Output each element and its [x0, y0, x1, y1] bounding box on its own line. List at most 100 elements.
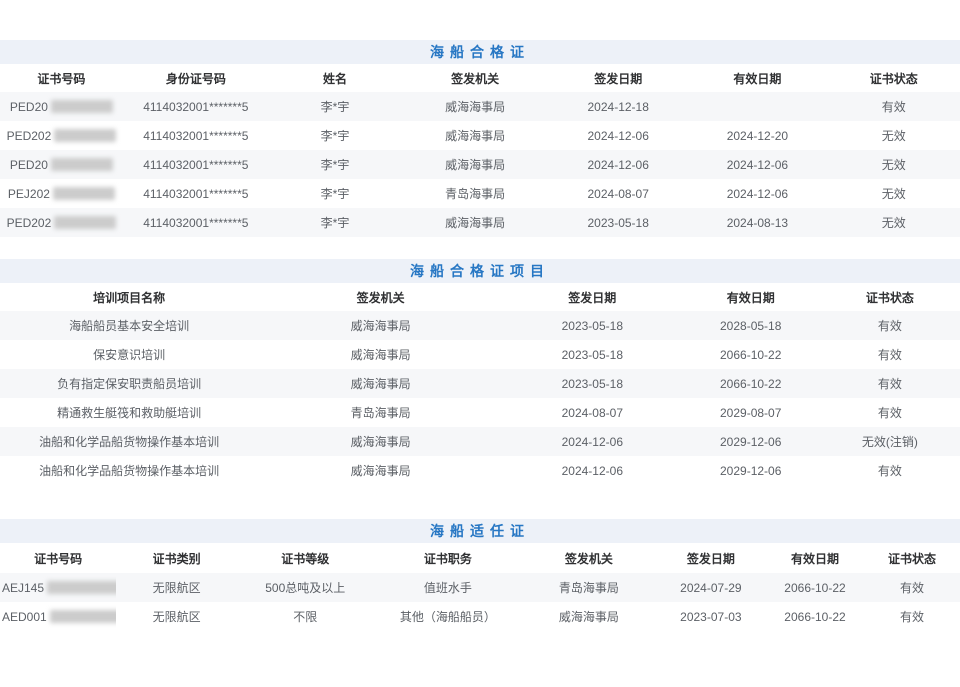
cell-text: 不限: [293, 610, 317, 624]
table-cell: PED20: [0, 92, 123, 121]
table-cell: 李*宇: [269, 150, 401, 179]
cell-text: 精通救生艇筏和救助艇培训: [57, 406, 201, 420]
cell-text: 有效: [878, 319, 902, 333]
table-row: PED2024114032001*******5李*宇威海海事局2023-05-…: [0, 208, 960, 237]
cell-text: 威海海事局: [351, 377, 411, 391]
cell-text: 2028-05-18: [720, 319, 781, 333]
cell-text: PED202: [7, 129, 52, 143]
table-cell: 2024-12-18: [549, 92, 687, 121]
table-cell: 李*宇: [269, 179, 401, 208]
table-cell: 2023-05-18: [503, 369, 682, 398]
table-cell: 有效: [864, 602, 960, 631]
table-cell: 威海海事局: [258, 340, 503, 369]
table-cell: PED20: [0, 150, 123, 179]
table-cell: 青岛海事局: [401, 179, 549, 208]
cell-text: 500总吨及以上: [265, 581, 345, 595]
table-cell: 青岛海事局: [522, 573, 655, 602]
cell-text: 2023-05-18: [562, 377, 623, 391]
table-cell: 威海海事局: [401, 92, 549, 121]
table-cell: 2024-08-07: [503, 398, 682, 427]
section-title: 海船合格证: [430, 42, 530, 62]
table-cell: 500总吨及以上: [237, 573, 373, 602]
table-row: AEJ145无限航区500总吨及以上值班水手青岛海事局2024-07-29206…: [0, 573, 960, 602]
cell-text: 2024-12-06: [562, 464, 623, 478]
table-cell: 2029-12-06: [682, 427, 820, 456]
column-header: 签发机关: [401, 64, 549, 92]
table-cell: 保安意识培训: [0, 340, 258, 369]
column-header: 有效日期: [682, 283, 820, 311]
cell-text: AED001: [2, 610, 47, 624]
cell-text: 2023-05-18: [588, 216, 649, 230]
cell-text: 威海海事局: [445, 100, 505, 114]
table-cell: 2023-07-03: [656, 602, 766, 631]
cell-text: PEJ202: [8, 187, 50, 201]
cell-text: 2024-12-06: [727, 158, 788, 172]
table-cell: 4114032001*******5: [123, 121, 269, 150]
cell-text: 2066-10-22: [784, 581, 845, 595]
cell-text: 有效: [878, 377, 902, 391]
cell-text: 4114032001*******5: [143, 129, 248, 143]
section-title: 海船适任证: [430, 521, 530, 541]
column-header: 证书等级: [237, 543, 373, 573]
cell-text: 4114032001*******5: [143, 216, 248, 230]
table-row: 精通救生艇筏和救助艇培训 青岛海事局 2024-08-07 2029-08-07 有效: [0, 398, 960, 427]
cell-text: 李*宇: [321, 216, 350, 230]
section-competency-certificates: 海船适任证 证书号码证书类别证书等级证书职务签发机关签发日期有效日期证书状态AE…: [0, 519, 960, 631]
cell-text: 2024-12-06: [588, 158, 649, 172]
table-cell: 2024-12-06: [549, 121, 687, 150]
table-row: AED001无限航区不限其他（海船船员）威海海事局2023-07-032066-…: [0, 602, 960, 631]
table-cell: 2066-10-22: [682, 369, 820, 398]
cell-text: 2029-08-07: [720, 406, 781, 420]
cell-text: 2066-10-22: [720, 348, 781, 362]
cell-text: 2024-07-29: [680, 581, 741, 595]
redacted-text: [47, 581, 116, 594]
cell-text: 李*宇: [321, 187, 350, 201]
cell-text: 威海海事局: [559, 610, 619, 624]
table-row: PED204114032001*******5李*宇威海海事局2024-12-1…: [0, 92, 960, 121]
table-cell: 无效: [827, 208, 960, 237]
cell-text: 负有指定保安职责船员培训: [57, 377, 201, 391]
column-header: 签发机关: [522, 543, 655, 573]
cell-text: 青岛海事局: [445, 187, 505, 201]
competency-certificates-table: 证书号码证书类别证书等级证书职务签发机关签发日期有效日期证书状态AEJ145无限…: [0, 543, 960, 631]
column-header: 证书类别: [116, 543, 237, 573]
table-cell: 有效: [864, 573, 960, 602]
table-cell: 2024-12-06: [687, 179, 827, 208]
cell-text: 4114032001*******5: [143, 158, 248, 172]
cell-text: 油船和化学品船货物操作基本培训: [39, 464, 219, 478]
cell-text: 有效: [900, 581, 924, 595]
table-cell: 油船和化学品船货物操作基本培训: [0, 427, 258, 456]
table-cell: 青岛海事局: [258, 398, 503, 427]
table-cell: 2024-12-06: [503, 456, 682, 485]
cell-text: PED20: [10, 100, 48, 114]
cell-text: 威海海事局: [351, 435, 411, 449]
table-cell: 无效: [827, 121, 960, 150]
cell-text: 无效: [882, 158, 906, 172]
table-cell: 2066-10-22: [766, 602, 864, 631]
table-row: 油船和化学品船货物操作基本培训威海海事局2024-12-062029-12-06…: [0, 427, 960, 456]
table-cell: 2024-12-06: [549, 150, 687, 179]
table-cell: 有效: [820, 398, 960, 427]
cell-text: 有效: [878, 464, 902, 478]
cell-text: 威海海事局: [445, 129, 505, 143]
table-cell: 2024-07-29: [656, 573, 766, 602]
cell-text: 2024-08-07: [562, 406, 623, 420]
cell-text: 2024-12-18: [588, 100, 649, 114]
column-header: 签发机关: [258, 283, 503, 311]
column-header: 有效日期: [687, 64, 827, 92]
cell-text: 青岛海事局: [559, 581, 619, 595]
cell-text: 威海海事局: [445, 216, 505, 230]
table-cell: PED202: [0, 121, 123, 150]
cell-text: 2023-07-03: [680, 610, 741, 624]
cell-text: 2029-12-06: [720, 435, 781, 449]
column-header: 证书状态: [827, 64, 960, 92]
cell-text: 2029-12-06: [720, 464, 781, 478]
table-cell: 无效(注销): [820, 427, 960, 456]
column-header: 身份证号码: [123, 64, 269, 92]
table-cell: 有效: [820, 311, 960, 340]
table-cell: 有效: [820, 369, 960, 398]
cell-text: 无限航区: [153, 581, 201, 595]
cell-text: 威海海事局: [445, 158, 505, 172]
cell-text: 2024-12-06: [727, 187, 788, 201]
table-cell: 威海海事局: [401, 208, 549, 237]
